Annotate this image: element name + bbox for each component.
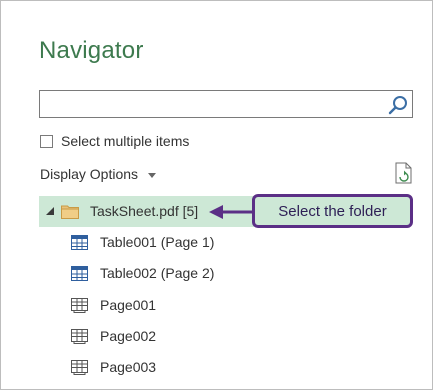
collapse-triangle-icon[interactable] — [46, 207, 54, 215]
search-box[interactable] — [39, 90, 413, 118]
navigator-dialog: Navigator Select multiple items Display … — [0, 0, 433, 390]
callout-text: Select the folder — [278, 202, 387, 220]
table-icon — [71, 266, 88, 281]
tree-item-label[interactable]: Page002 — [100, 328, 156, 344]
select-multiple-checkbox[interactable] — [40, 134, 53, 148]
table-icon — [71, 235, 88, 250]
select-multiple-row[interactable]: Select multiple items — [40, 132, 189, 150]
tree-item-label[interactable]: Table002 (Page 2) — [100, 265, 214, 281]
search-icon[interactable] — [388, 95, 408, 115]
page-title: Navigator — [39, 37, 144, 64]
callout-arrow — [209, 205, 253, 219]
callout-box: Select the folder — [252, 194, 413, 228]
page-icon — [71, 298, 88, 313]
chevron-down-icon[interactable] — [148, 172, 157, 178]
display-options-dropdown[interactable]: Display Options — [40, 165, 157, 183]
tree-item-label[interactable]: Page001 — [100, 297, 156, 313]
tree-item-label[interactable]: Page003 — [100, 359, 156, 375]
page-icon — [71, 329, 88, 344]
select-multiple-label[interactable]: Select multiple items — [61, 133, 189, 149]
tree-root-label[interactable]: TaskSheet.pdf [5] — [90, 203, 198, 219]
folder-icon — [61, 205, 79, 219]
search-input[interactable] — [44, 94, 374, 114]
refresh-icon[interactable] — [395, 162, 413, 184]
tree-item-label[interactable]: Table001 (Page 1) — [100, 234, 214, 250]
page-icon — [71, 360, 88, 375]
display-options-label[interactable]: Display Options — [40, 166, 138, 182]
